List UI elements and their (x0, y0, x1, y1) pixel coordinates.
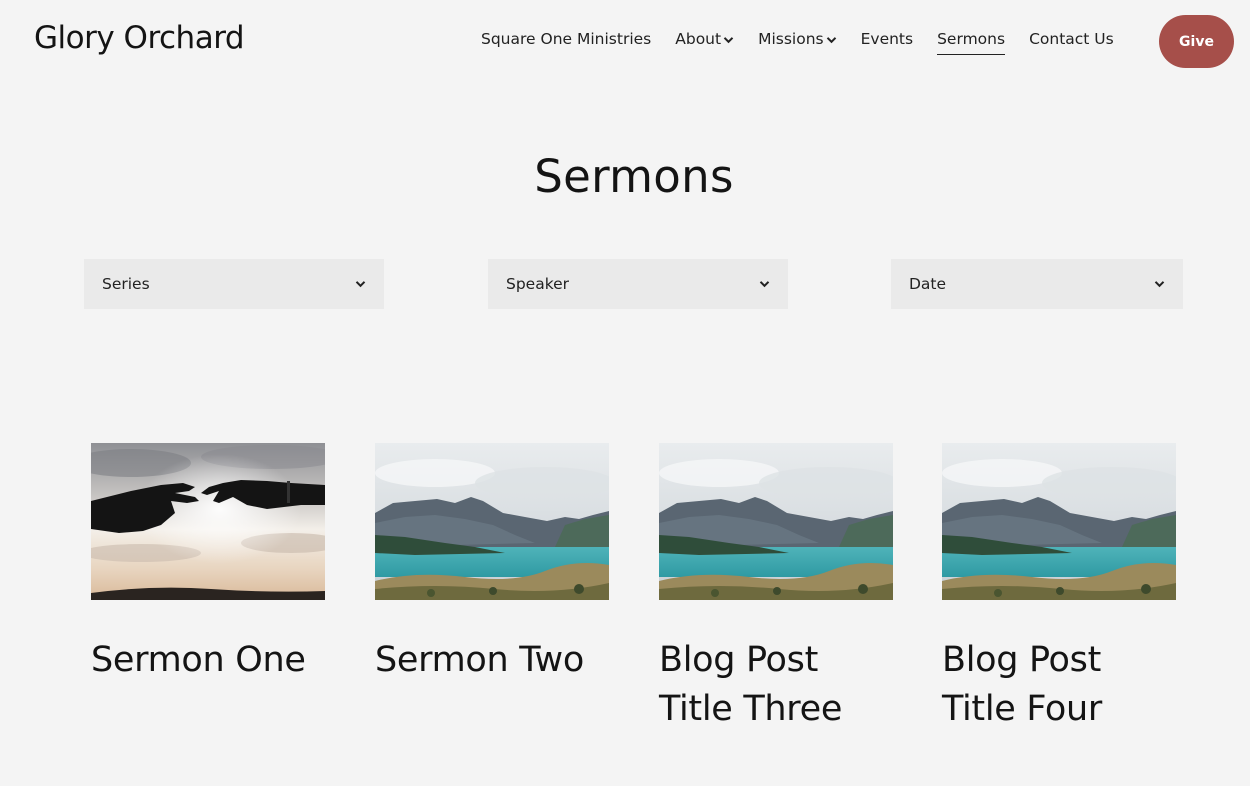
mountain-lake-image[interactable] (375, 443, 609, 600)
chevron-down-icon (1154, 281, 1165, 288)
nav-item-missions[interactable]: Missions (758, 30, 837, 55)
give-button[interactable]: Give (1159, 15, 1234, 68)
page-title: Sermons (534, 150, 734, 203)
mountain-lake-image[interactable] (942, 443, 1176, 600)
mountain-lake-image[interactable] (659, 443, 893, 600)
nav-item-contact-us[interactable]: Contact Us (1029, 30, 1114, 55)
card-title[interactable]: Sermon One (91, 636, 325, 685)
nav-item-label: Square One Ministries (481, 30, 652, 48)
page: Glory Orchard Square One Ministries Abou… (0, 0, 1250, 786)
blog-post-card[interactable]: Blog Post Title Three (659, 443, 893, 734)
speaker-filter-dropdown[interactable]: Speaker (488, 259, 788, 309)
nav-item-about[interactable]: About (675, 30, 734, 55)
card-title[interactable]: Blog Post Title Four (942, 636, 1176, 734)
card-title[interactable]: Blog Post Title Three (659, 636, 893, 734)
series-filter-dropdown[interactable]: Series (84, 259, 384, 309)
nav-item-label: Contact Us (1029, 30, 1114, 48)
nav-item-label: Sermons (937, 30, 1006, 48)
hands-reaching-image[interactable] (91, 443, 325, 600)
date-filter-dropdown[interactable]: Date (891, 259, 1183, 309)
main-nav: Square One Ministries About Missions Eve… (481, 30, 1114, 55)
chevron-down-icon (355, 281, 366, 288)
nav-item-square-one-ministries[interactable]: Square One Ministries (481, 30, 651, 55)
site-title[interactable]: Glory Orchard (34, 20, 245, 56)
nav-item-events[interactable]: Events (861, 30, 913, 55)
chevron-down-icon (759, 281, 770, 288)
card-title[interactable]: Sermon Two (375, 636, 609, 685)
filter-label: Series (102, 275, 150, 293)
nav-item-sermons[interactable]: Sermons (937, 30, 1006, 55)
chevron-down-icon (826, 37, 836, 44)
blog-post-card[interactable]: Blog Post Title Four (942, 443, 1176, 734)
nav-item-label: Events (860, 30, 914, 48)
sermon-card[interactable]: Sermon One (91, 443, 325, 685)
sermon-card[interactable]: Sermon Two (375, 443, 609, 685)
nav-item-label: About (675, 30, 722, 48)
filter-label: Speaker (506, 275, 570, 293)
filter-label: Date (909, 275, 947, 293)
chevron-down-icon (723, 37, 734, 44)
nav-item-label: Missions (758, 30, 824, 48)
